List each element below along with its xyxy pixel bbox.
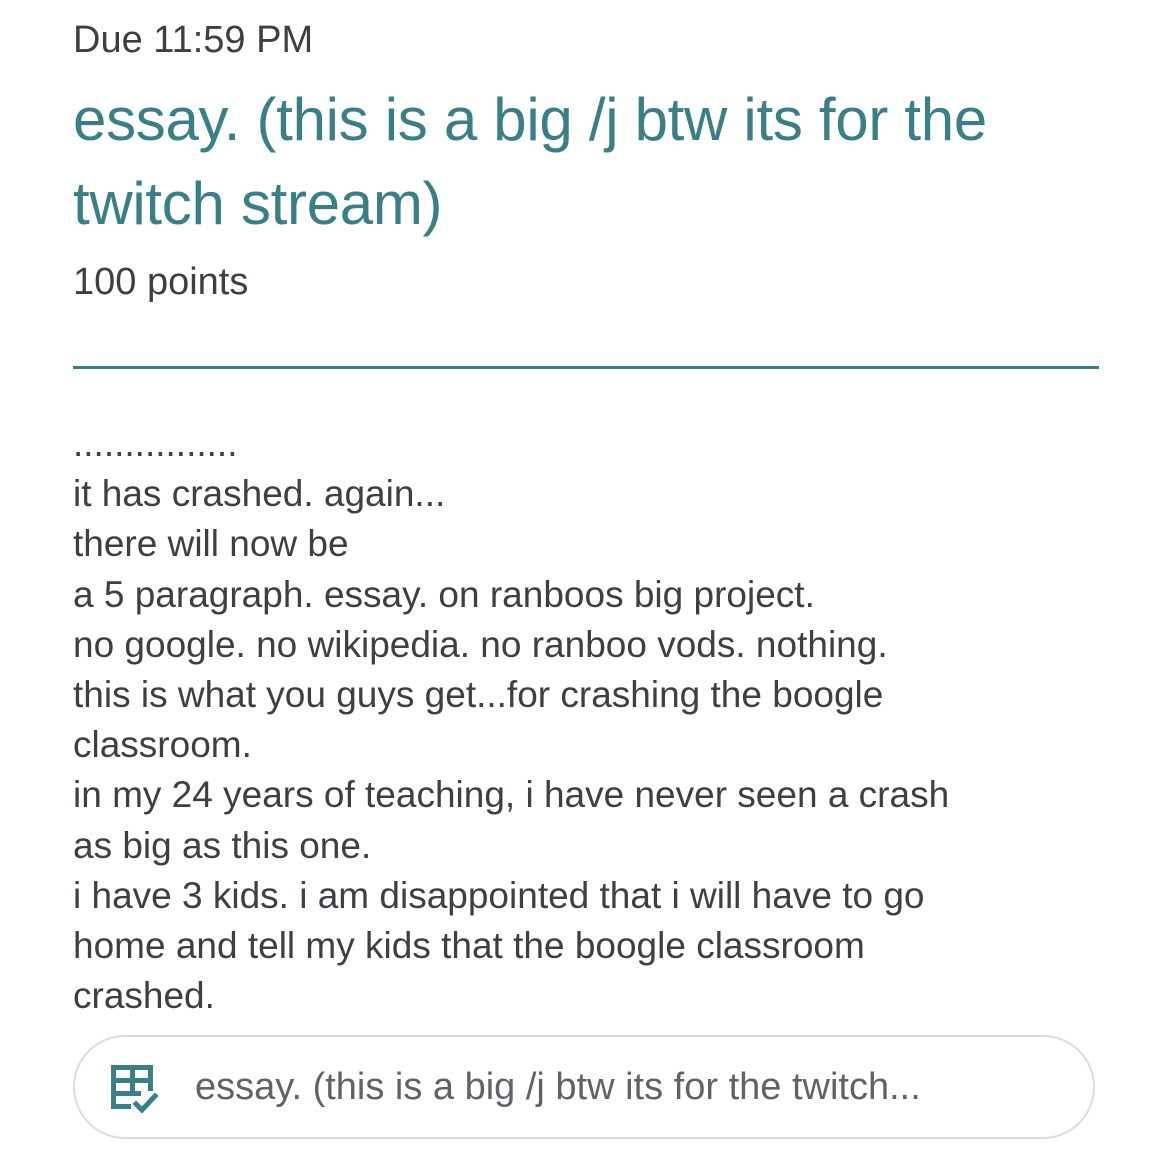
instruction-line: ................ bbox=[73, 423, 238, 464]
instruction-line: no google. no wikipedia. no ranboo vods.… bbox=[73, 623, 888, 665]
due-time: Due 11:59 PM bbox=[73, 19, 314, 61]
instruction-line: classroom. bbox=[73, 724, 252, 766]
assignment-points: 100 points bbox=[73, 261, 249, 303]
instruction-line: there will now be bbox=[73, 523, 349, 565]
instruction-line: it has crashed. again... bbox=[73, 473, 446, 515]
assignment-title-line: essay. (this is a big /j btw its for the bbox=[73, 86, 987, 153]
instruction-line: in my 24 years of teaching, i have never… bbox=[73, 774, 950, 816]
assignment-title-line: twitch stream) bbox=[73, 170, 443, 237]
assignment-form-icon bbox=[109, 1063, 161, 1117]
attachment-title[interactable]: essay. (this is a big /j btw its for the… bbox=[195, 1061, 1055, 1113]
divider bbox=[73, 366, 1099, 369]
instruction-line: i have 3 kids. i am disappointed that i … bbox=[73, 874, 925, 916]
assignment-title: essay. (this is a big /j btw its for the… bbox=[73, 78, 1113, 246]
instruction-line: home and tell my kids that the boogle cl… bbox=[73, 925, 865, 967]
assignment-attachment-chip[interactable]: essay. (this is a big /j btw its for the… bbox=[73, 1035, 1095, 1139]
instruction-line: as big as this one. bbox=[73, 824, 372, 866]
instruction-line: crashed. bbox=[73, 975, 215, 1017]
assignment-instructions: ................ it has crashed. again..… bbox=[73, 419, 1113, 1021]
instruction-line: this is what you guys get...for crashing… bbox=[73, 674, 884, 716]
instruction-line: a 5 paragraph. essay. on ranboos big pro… bbox=[73, 573, 815, 615]
